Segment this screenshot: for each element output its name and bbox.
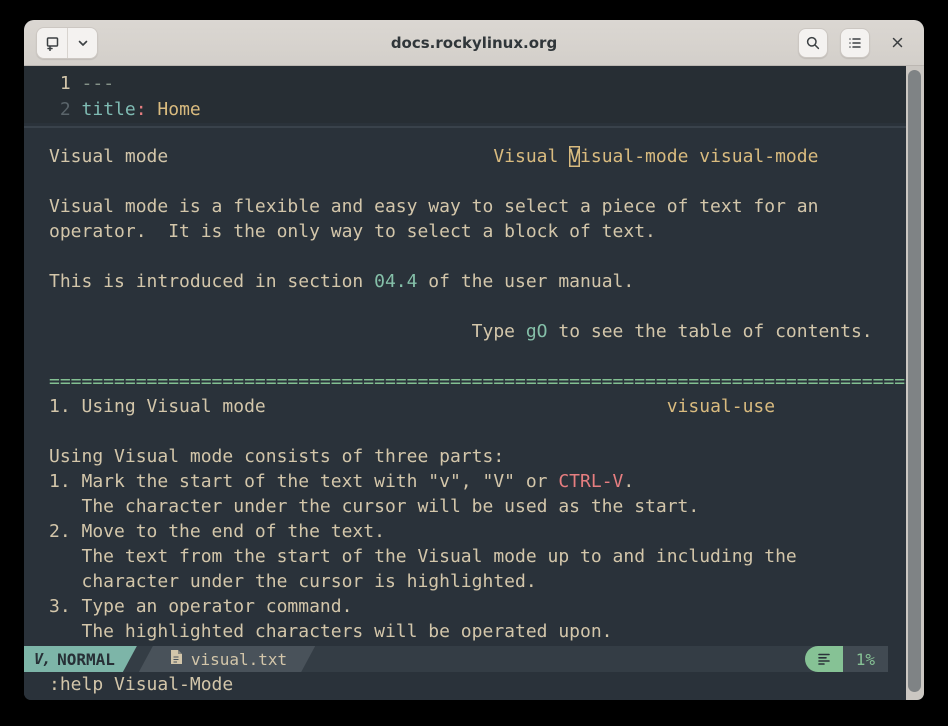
search-icon bbox=[805, 35, 821, 51]
filename-label: visual.txt bbox=[191, 650, 287, 669]
terminal-line bbox=[49, 244, 906, 269]
statusline: V, NORMAL visual.txt bbox=[24, 646, 888, 672]
terminal-line: Using Visual mode consists of three part… bbox=[49, 444, 906, 469]
new-tab-icon bbox=[44, 35, 60, 51]
terminal-line: ========================================… bbox=[49, 369, 906, 394]
filename-segment: visual.txt bbox=[139, 646, 315, 672]
file-icon bbox=[169, 649, 183, 669]
help-split: Visual mode Visual Visual-mode visual-mo… bbox=[24, 128, 906, 644]
scroll-percent: 1% bbox=[843, 646, 888, 672]
vim-command-line[interactable]: :help Visual-Mode bbox=[24, 672, 888, 700]
terminal-line: operator. It is the only way to select a… bbox=[49, 219, 906, 244]
terminal-line: 2. Move to the end of the text. bbox=[49, 519, 906, 544]
terminal-line bbox=[49, 169, 906, 194]
tab-dropdown-button[interactable] bbox=[67, 28, 97, 58]
terminal-line: The character under the cursor will be u… bbox=[49, 494, 906, 519]
terminal-line bbox=[49, 294, 906, 319]
terminal-line: Type gO to see the table of contents. bbox=[49, 319, 906, 344]
terminal-line: This is introduced in section 04.4 of th… bbox=[49, 269, 906, 294]
tab-overview-icon bbox=[847, 35, 863, 51]
buffer-split-top: 1 --- 2 title: Home bbox=[24, 66, 906, 123]
vim-cursor: V bbox=[569, 146, 580, 167]
terminal-line: The text from the start of the Visual mo… bbox=[49, 544, 906, 569]
close-icon bbox=[890, 35, 905, 50]
terminal-line: Visual mode is a flexible and easy way t… bbox=[49, 194, 906, 219]
terminal-line: Visual mode Visual Visual-mode visual-mo… bbox=[49, 144, 906, 169]
vim-logo-icon: V, bbox=[34, 650, 50, 668]
new-tab-button[interactable] bbox=[37, 28, 67, 58]
chevron-down-icon bbox=[76, 36, 90, 50]
terminal-line: 2 title: Home bbox=[49, 97, 906, 123]
scrollbar-thumb[interactable] bbox=[908, 70, 921, 692]
terminal-line: character under the cursor is highlighte… bbox=[49, 569, 906, 594]
terminal-line: 3. Type an operator command. bbox=[49, 594, 906, 619]
window-title: docs.rockylinux.org bbox=[144, 34, 804, 52]
terminal-line: 1 --- bbox=[49, 71, 906, 97]
terminal-line bbox=[49, 344, 906, 369]
terminal-content[interactable]: 1 --- 2 title: Home Visual mode Visual V… bbox=[24, 66, 906, 700]
search-button[interactable] bbox=[798, 28, 828, 58]
terminal-line: 1. Mark the start of the text with "v", … bbox=[49, 469, 906, 494]
titlebar[interactable]: docs.rockylinux.org bbox=[24, 20, 924, 66]
terminal-line bbox=[49, 419, 906, 444]
tab-overview-button[interactable] bbox=[840, 28, 870, 58]
mode-segment: V, NORMAL bbox=[24, 646, 137, 672]
scrollbar-track[interactable] bbox=[906, 66, 924, 700]
terminal-line: 1. Using Visual mode visual-use bbox=[49, 394, 906, 419]
mode-label: NORMAL bbox=[57, 650, 115, 669]
progress-lines-icon bbox=[817, 649, 831, 670]
terminal-window: docs.rockylinux.org bbox=[24, 20, 924, 700]
terminal-line: The highlighted characters will be opera… bbox=[49, 619, 906, 644]
close-button[interactable] bbox=[882, 28, 912, 58]
progress-pill bbox=[805, 646, 843, 672]
new-tab-button-group bbox=[36, 27, 98, 59]
